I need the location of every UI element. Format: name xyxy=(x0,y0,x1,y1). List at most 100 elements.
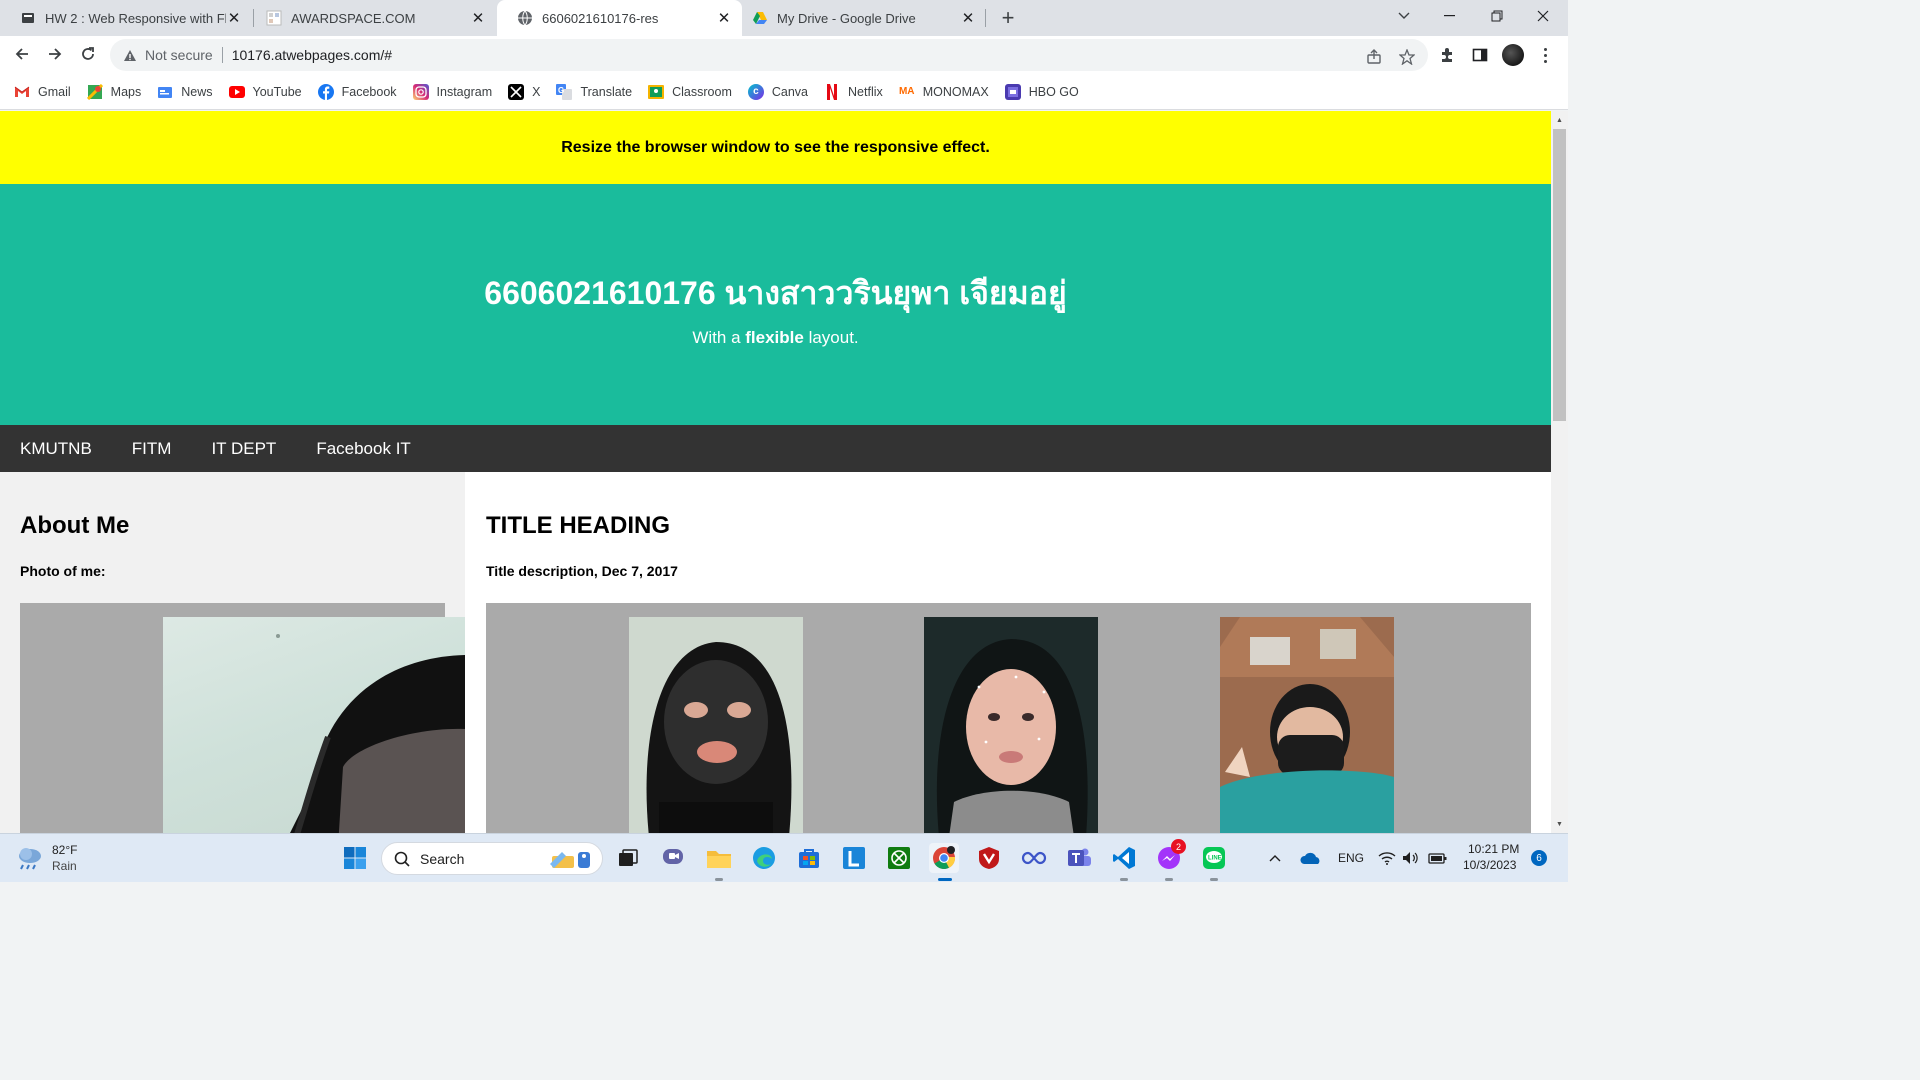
bookmark-instagram[interactable]: Instagram xyxy=(412,83,492,100)
language-indicator[interactable]: ENG xyxy=(1338,851,1364,865)
task-view-icon[interactable] xyxy=(613,843,643,873)
clock-date[interactable]: 10/3/2023 xyxy=(1463,858,1516,872)
x-icon xyxy=(508,83,525,100)
side-panel-icon[interactable] xyxy=(1470,45,1490,65)
instagram-icon xyxy=(412,83,429,100)
weather-widget[interactable]: 82°F Rain xyxy=(16,842,77,874)
scroll-down-icon[interactable]: ▼ xyxy=(1551,817,1568,831)
subtitle-text: layout. xyxy=(803,328,859,347)
scroll-up-icon[interactable]: ▲ xyxy=(1551,113,1568,127)
bookmark-star-icon[interactable] xyxy=(1398,48,1416,66)
profile-avatar[interactable] xyxy=(1502,44,1524,66)
lightshot-icon[interactable] xyxy=(839,843,869,873)
nav-link-it-dept[interactable]: IT DEPT xyxy=(191,425,296,472)
bookmark-hbo-go[interactable]: HBO GO xyxy=(1004,83,1079,100)
tab-title: HW 2 : Web Responsive with Fle xyxy=(45,10,226,26)
monomax-icon: MA xyxy=(898,86,915,97)
search-label: Search xyxy=(420,850,465,867)
restore-icon[interactable] xyxy=(1474,0,1520,32)
bookmark-x[interactable]: X xyxy=(508,83,540,100)
line-icon[interactable]: LINE xyxy=(1199,843,1229,873)
battery-icon[interactable] xyxy=(1426,843,1450,873)
xbox-icon[interactable] xyxy=(884,843,914,873)
start-button[interactable] xyxy=(340,843,370,873)
bookmark-netflix[interactable]: Netflix xyxy=(824,83,883,100)
responsive-banner: Resize the browser window to see the res… xyxy=(0,111,1551,184)
youtube-icon xyxy=(228,84,245,100)
share-icon[interactable] xyxy=(1365,48,1383,66)
warning-icon[interactable] xyxy=(122,47,138,63)
weather-condition: Rain xyxy=(52,859,77,873)
bookmark-facebook[interactable]: Facebook xyxy=(317,83,397,100)
page-scrollbar[interactable]: ▲ ▼ xyxy=(1551,111,1568,833)
chrome-icon[interactable] xyxy=(929,843,959,873)
microsoft-store-icon[interactable] xyxy=(794,843,824,873)
menu-icon[interactable] xyxy=(1537,45,1553,65)
weather-temp: 82°F xyxy=(52,843,78,857)
new-tab-button[interactable]: + xyxy=(995,0,1021,36)
close-icon[interactable]: ✕ xyxy=(716,9,732,27)
bookmark-gmail[interactable]: Gmail xyxy=(14,84,71,100)
messenger-badge: 2 xyxy=(1171,839,1186,854)
close-icon[interactable]: ✕ xyxy=(226,9,242,27)
tab-title: AWARDSPACE.COM xyxy=(291,10,416,26)
browser-toolbar: Not secure 10176.atwebpages.com/# xyxy=(0,36,1568,74)
bookmark-translate[interactable]: G Translate xyxy=(556,83,632,100)
volume-icon[interactable] xyxy=(1400,843,1422,873)
nav-link-facebook-it[interactable]: Facebook IT xyxy=(296,425,431,472)
forward-icon[interactable] xyxy=(41,40,69,68)
clock-time[interactable]: 10:21 PM xyxy=(1468,842,1519,856)
bookmark-youtube[interactable]: YouTube xyxy=(228,84,302,100)
onedrive-icon[interactable] xyxy=(1298,843,1324,873)
bookmark-label: News xyxy=(181,84,213,99)
tab-separator xyxy=(985,9,986,27)
close-window-icon[interactable] xyxy=(1520,0,1566,32)
tab-active-page[interactable]: 6606021610176-res ✕ xyxy=(497,0,742,36)
bookmarks-bar: Gmail Maps News YouTube Facebook Instagr… xyxy=(0,74,1568,110)
reload-icon[interactable] xyxy=(74,40,102,68)
vscode-icon[interactable] xyxy=(1109,843,1139,873)
nav-link-fitm[interactable]: FITM xyxy=(112,425,192,472)
maps-icon xyxy=(86,83,103,100)
teams-chat-icon[interactable] xyxy=(658,843,688,873)
messenger-icon[interactable]: 2 xyxy=(1154,839,1186,873)
wifi-icon[interactable] xyxy=(1376,843,1398,873)
rain-cloud-icon xyxy=(16,844,44,872)
edge-icon[interactable] xyxy=(749,843,779,873)
teams-icon[interactable] xyxy=(1064,843,1094,873)
title-description: Title description, Dec 7, 2017 xyxy=(486,563,678,579)
bookmark-label: YouTube xyxy=(252,84,302,99)
bookmark-monomax[interactable]: MA MONOMAX xyxy=(899,84,989,100)
address-bar[interactable]: Not secure 10176.atwebpages.com/# xyxy=(110,39,1428,71)
back-icon[interactable] xyxy=(8,40,36,68)
bookmark-canva[interactable]: c Canva xyxy=(747,83,809,100)
close-icon[interactable]: ✕ xyxy=(470,9,486,27)
file-explorer-icon[interactable] xyxy=(704,843,734,873)
bookmark-maps[interactable]: Maps xyxy=(86,83,141,100)
scroll-thumb[interactable] xyxy=(1553,129,1566,421)
tab-title: My Drive - Google Drive xyxy=(777,10,916,26)
nav-link-kmutnb[interactable]: KMUTNB xyxy=(0,425,112,472)
url-text[interactable]: 10176.atwebpages.com/# xyxy=(232,47,392,63)
tab-awardspace[interactable]: AWARDSPACE.COM ✕ xyxy=(246,0,496,36)
bookmark-label: Canva xyxy=(771,84,809,99)
close-icon[interactable]: ✕ xyxy=(960,9,976,27)
bookmark-news[interactable]: News xyxy=(157,84,213,100)
tab-search-icon[interactable] xyxy=(1381,0,1427,32)
minimize-icon[interactable] xyxy=(1427,0,1473,32)
security-label[interactable]: Not secure xyxy=(145,47,213,63)
running-indicator xyxy=(1120,878,1128,881)
tab-google-drive[interactable]: My Drive - Google Drive ✕ xyxy=(732,0,986,36)
notification-badge[interactable]: 6 xyxy=(1531,850,1547,866)
mcafee-icon[interactable] xyxy=(974,843,1004,873)
running-indicator xyxy=(715,878,723,881)
infinity-app-icon[interactable] xyxy=(1019,843,1049,873)
bookmark-classroom[interactable]: Classroom xyxy=(648,84,732,100)
gallery-photo-mask xyxy=(629,617,803,833)
bookmark-label: HBO GO xyxy=(1028,84,1079,99)
extensions-icon[interactable] xyxy=(1437,45,1457,65)
chevron-up-icon[interactable] xyxy=(1264,843,1286,873)
page-icon xyxy=(20,10,36,26)
tab-hw2[interactable]: HW 2 : Web Responsive with Fle ✕ xyxy=(0,0,252,36)
taskbar-search[interactable]: Search xyxy=(381,842,603,875)
